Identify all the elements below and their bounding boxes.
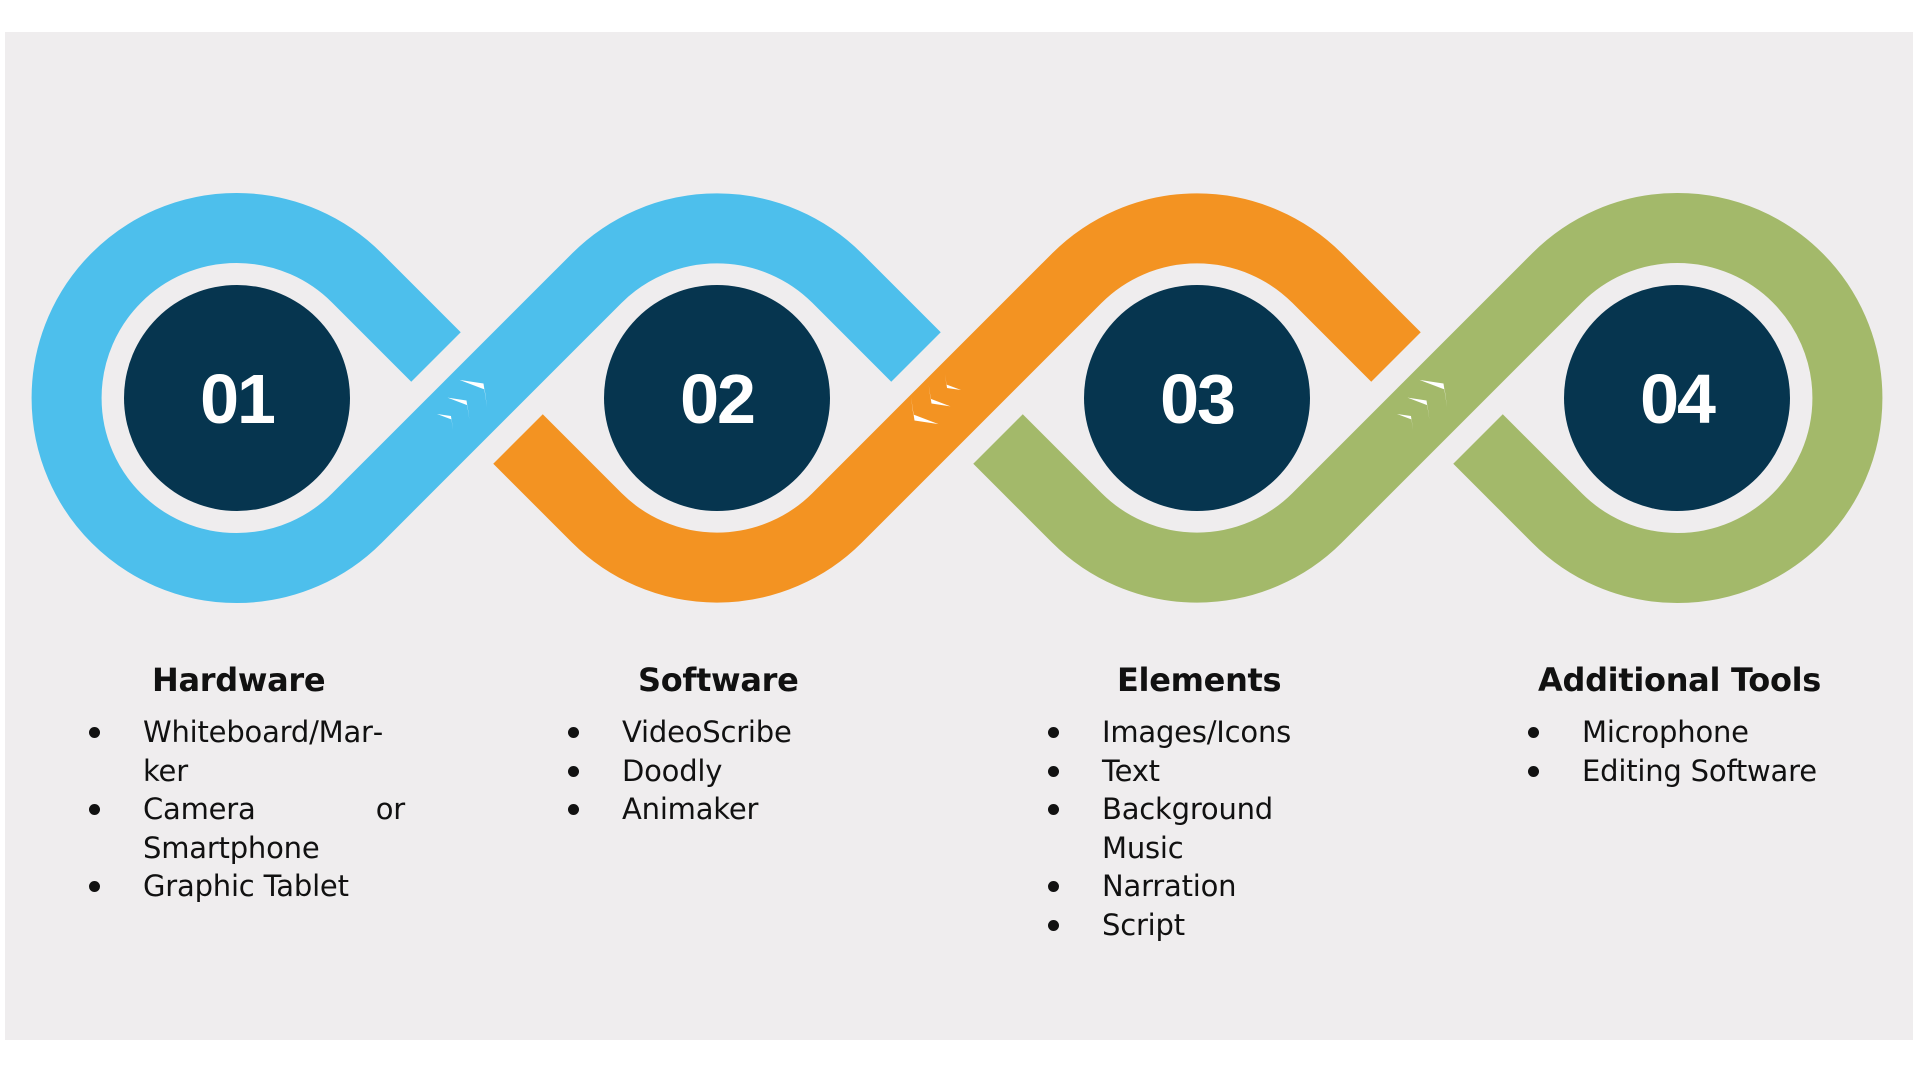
step-number: 01 [200, 360, 274, 438]
bullet-icon [1048, 727, 1059, 738]
step-title: Additional Tools [1538, 661, 1822, 699]
step-circle-1: 01 [124, 285, 350, 511]
bullet-list: VideoScribe Doodly Animaker [568, 713, 799, 829]
step-4-details: Additional Tools Microphone Editing Soft… [1528, 655, 1821, 790]
step-1-details: Hardware Whiteboard/Mar­ker Camera or Sm… [89, 655, 405, 906]
list-item: Text [1048, 752, 1332, 791]
bullet-icon [1048, 919, 1059, 931]
step-number: 04 [1640, 360, 1716, 438]
infinity-ribbon-diagram: 01 02 03 04 [31, 193, 1883, 603]
list-item: Graphic Tablet [89, 867, 405, 906]
bullet-icon [1048, 765, 1059, 777]
bullet-icon [568, 804, 579, 815]
list-item: VideoScribe [568, 713, 799, 752]
bullet-icon [89, 804, 100, 815]
bullet-icon [1528, 765, 1539, 777]
list-item: Background Music [1048, 790, 1332, 867]
list-item: Narration [1048, 867, 1332, 906]
bullet-icon [1048, 881, 1059, 892]
step-title: Hardware [152, 661, 326, 699]
bullet-list: Images/Icons Text Background Music Narra… [1048, 713, 1332, 944]
bullet-icon [89, 881, 100, 892]
list-item: Microphone [1528, 713, 1821, 752]
bullet-list: Microphone Editing Software [1528, 713, 1821, 790]
step-title: Elements [1117, 661, 1282, 699]
bullet-icon [1528, 727, 1539, 738]
step-3-details: Elements Images/Icons Text Background Mu… [1048, 655, 1332, 944]
list-item: Editing Software [1528, 752, 1821, 791]
step-circle-2: 02 [604, 285, 830, 511]
list-item: Doodly [568, 752, 799, 791]
bullet-icon [89, 727, 100, 738]
bullet-icon [1048, 804, 1059, 815]
bullet-icon [568, 765, 579, 777]
step-2-details: Software VideoScribe Doodly Animaker [568, 655, 799, 829]
list-item: Script [1048, 906, 1332, 945]
bullet-list: Whiteboard/Mar­ker Camera or Smartphone … [89, 713, 405, 906]
step-title: Software [638, 661, 799, 699]
step-circle-4: 04 [1564, 285, 1790, 511]
list-item: Images/Icons [1048, 713, 1332, 752]
step-circle-3: 03 [1084, 285, 1310, 511]
list-item: Camera or Smartphone [89, 790, 405, 867]
step-number: 03 [1160, 360, 1234, 438]
list-item: Animaker [568, 790, 799, 829]
list-item: Whiteboard/Mar­ker [89, 713, 405, 790]
bullet-icon [568, 727, 579, 738]
step-number: 02 [680, 360, 754, 438]
